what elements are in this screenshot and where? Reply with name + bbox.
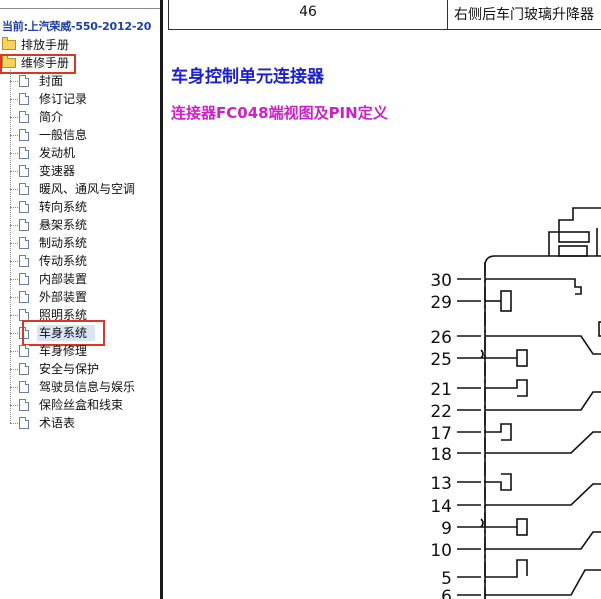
document-icon bbox=[19, 237, 29, 249]
navigation-tree-pane: 当前:上汽荣威-550-2012-20 排放手册 维修手册 封面 修订记录 简介 一般信息… bbox=[0, 0, 160, 599]
tree-item-label: 封面 bbox=[39, 74, 64, 88]
folder-icon bbox=[2, 37, 16, 50]
connector-latch-block bbox=[558, 245, 588, 257]
connector-latch-block bbox=[558, 231, 590, 243]
tree-item-label: 悬架系统 bbox=[39, 218, 88, 232]
pin-number-label: 21 bbox=[430, 380, 452, 400]
tree-item-8[interactable]: 转向系统 bbox=[0, 198, 160, 216]
pin-terminal-30 bbox=[485, 278, 582, 295]
connector-latch-outline bbox=[558, 212, 574, 232]
tree-item-label: 发动机 bbox=[39, 146, 76, 160]
tree-item-2[interactable]: 修订记录 bbox=[0, 90, 160, 108]
pin-number-label: 18 bbox=[430, 445, 452, 465]
pin-terminal-25-lead bbox=[480, 349, 517, 359]
pane-top-rule bbox=[0, 8, 160, 9]
document-icon bbox=[19, 219, 29, 231]
tree-item-1[interactable]: 封面 bbox=[0, 72, 160, 90]
tree-item-label: 外部装置 bbox=[39, 290, 88, 304]
pin-number-label: 5 bbox=[441, 569, 452, 589]
connector-latch-outline bbox=[548, 231, 559, 256]
pin-terminal-9 bbox=[516, 518, 528, 536]
tree-item-6[interactable]: 变速器 bbox=[0, 162, 160, 180]
document-icon bbox=[19, 165, 29, 177]
tree-item-12[interactable]: 内部装置 bbox=[0, 270, 160, 288]
pin-terminal-21 bbox=[485, 379, 528, 397]
pin-terminal-9-lead bbox=[480, 518, 517, 528]
pin-terminal-29 bbox=[500, 290, 512, 312]
document-icon bbox=[19, 381, 29, 393]
pin-number-label: 9 bbox=[441, 519, 452, 539]
tree-item-17[interactable]: 安全与保护 bbox=[0, 360, 160, 378]
document-icon bbox=[19, 75, 29, 87]
pin-terminal-10 bbox=[485, 531, 601, 550]
tree-item-label: 内部装置 bbox=[39, 272, 88, 286]
tree-item-16[interactable]: 车身修理 bbox=[0, 342, 160, 360]
tree-item-label: 修订记录 bbox=[39, 92, 88, 106]
document-icon bbox=[19, 345, 29, 357]
tree-item-4[interactable]: 一般信息 bbox=[0, 126, 160, 144]
pin-terminal-22 bbox=[485, 391, 601, 411]
document-icon bbox=[19, 363, 29, 375]
tree-item-label: 转向系统 bbox=[39, 200, 88, 214]
pin-number-label: 30 bbox=[430, 271, 452, 291]
pin-number-label: 22 bbox=[430, 402, 452, 422]
document-icon bbox=[19, 147, 29, 159]
pin-terminal-14 bbox=[485, 483, 601, 506]
tree-item-13[interactable]: 外部装置 bbox=[0, 288, 160, 306]
tree-item-label: 变速器 bbox=[39, 164, 76, 178]
tree-item-label: 暖风、通风与空调 bbox=[39, 182, 136, 196]
pin-terminal-5 bbox=[485, 559, 528, 578]
tree-item-11[interactable]: 传动系统 bbox=[0, 252, 160, 270]
tree-item-label: 简介 bbox=[39, 110, 64, 124]
tree-item-label: 驾驶员信息与娱乐 bbox=[39, 380, 136, 394]
pin-number-label: 14 bbox=[430, 497, 452, 517]
pin-terminal-25 bbox=[516, 349, 528, 367]
connector-end-view-diagram: 3029 2625 21221718 13 14910 56 bbox=[430, 207, 601, 599]
document-icon bbox=[19, 273, 29, 285]
pin-number-label: 13 bbox=[430, 474, 452, 494]
tree-item-20[interactable]: 术语表 bbox=[0, 414, 160, 432]
tree-item-5[interactable]: 发动机 bbox=[0, 144, 160, 162]
tree-item-3[interactable]: 简介 bbox=[0, 108, 160, 126]
pin-terminal-18 bbox=[485, 431, 601, 454]
current-path-label: 当前:上汽荣威-550-2012-20 bbox=[2, 20, 152, 33]
pin-number-label: 10 bbox=[430, 541, 452, 561]
document-icon bbox=[19, 129, 29, 141]
content-pane: 46 右侧后车门玻璃升降器 车身控制单元连接器 连接器FC048端视图及PIN定… bbox=[163, 0, 601, 599]
pin-number-label: 17 bbox=[430, 424, 452, 444]
tree-item-label: 制动系统 bbox=[39, 236, 88, 250]
pin-terminal-26 bbox=[485, 335, 601, 355]
document-icon bbox=[19, 201, 29, 213]
tree-root-label: 排放手册 bbox=[21, 38, 70, 52]
pin-number-label: 29 bbox=[430, 293, 452, 313]
document-icon bbox=[19, 255, 29, 267]
document-icon bbox=[19, 399, 29, 411]
pin-number-label: 26 bbox=[430, 328, 452, 348]
tree-item-9[interactable]: 悬架系统 bbox=[0, 216, 160, 234]
tree-item-label: 一般信息 bbox=[39, 128, 88, 142]
tree-item-label: 传动系统 bbox=[39, 254, 88, 268]
tree-item-18[interactable]: 驾驶员信息与娱乐 bbox=[0, 378, 160, 396]
document-icon bbox=[19, 291, 29, 303]
tree-item-label: 车身修理 bbox=[39, 344, 88, 358]
pin-number-label: 6 bbox=[441, 587, 452, 599]
pin-terminal-13 bbox=[485, 473, 512, 491]
pin-terminal-17 bbox=[485, 423, 512, 441]
document-icon bbox=[19, 111, 29, 123]
document-icon bbox=[19, 183, 29, 195]
tree-item-10[interactable]: 制动系统 bbox=[0, 234, 160, 252]
connector-housing-outline bbox=[484, 255, 601, 599]
highlight-box bbox=[0, 54, 76, 74]
tree-item-7[interactable]: 暖风、通风与空调 bbox=[0, 180, 160, 198]
pin-terminal-6 bbox=[485, 569, 601, 596]
tree-root-item[interactable]: 排放手册 bbox=[0, 36, 160, 54]
connector-latch-outline bbox=[572, 207, 601, 212]
tree-item-19[interactable]: 保险丝盒和线束 bbox=[0, 396, 160, 414]
tree-item-label: 术语表 bbox=[39, 416, 76, 430]
pin-number-label: 25 bbox=[430, 350, 452, 370]
document-icon bbox=[19, 93, 29, 105]
document-icon bbox=[19, 417, 29, 429]
tree-item-label: 安全与保护 bbox=[39, 362, 100, 376]
tree-item-label: 保险丝盒和线束 bbox=[39, 398, 124, 412]
